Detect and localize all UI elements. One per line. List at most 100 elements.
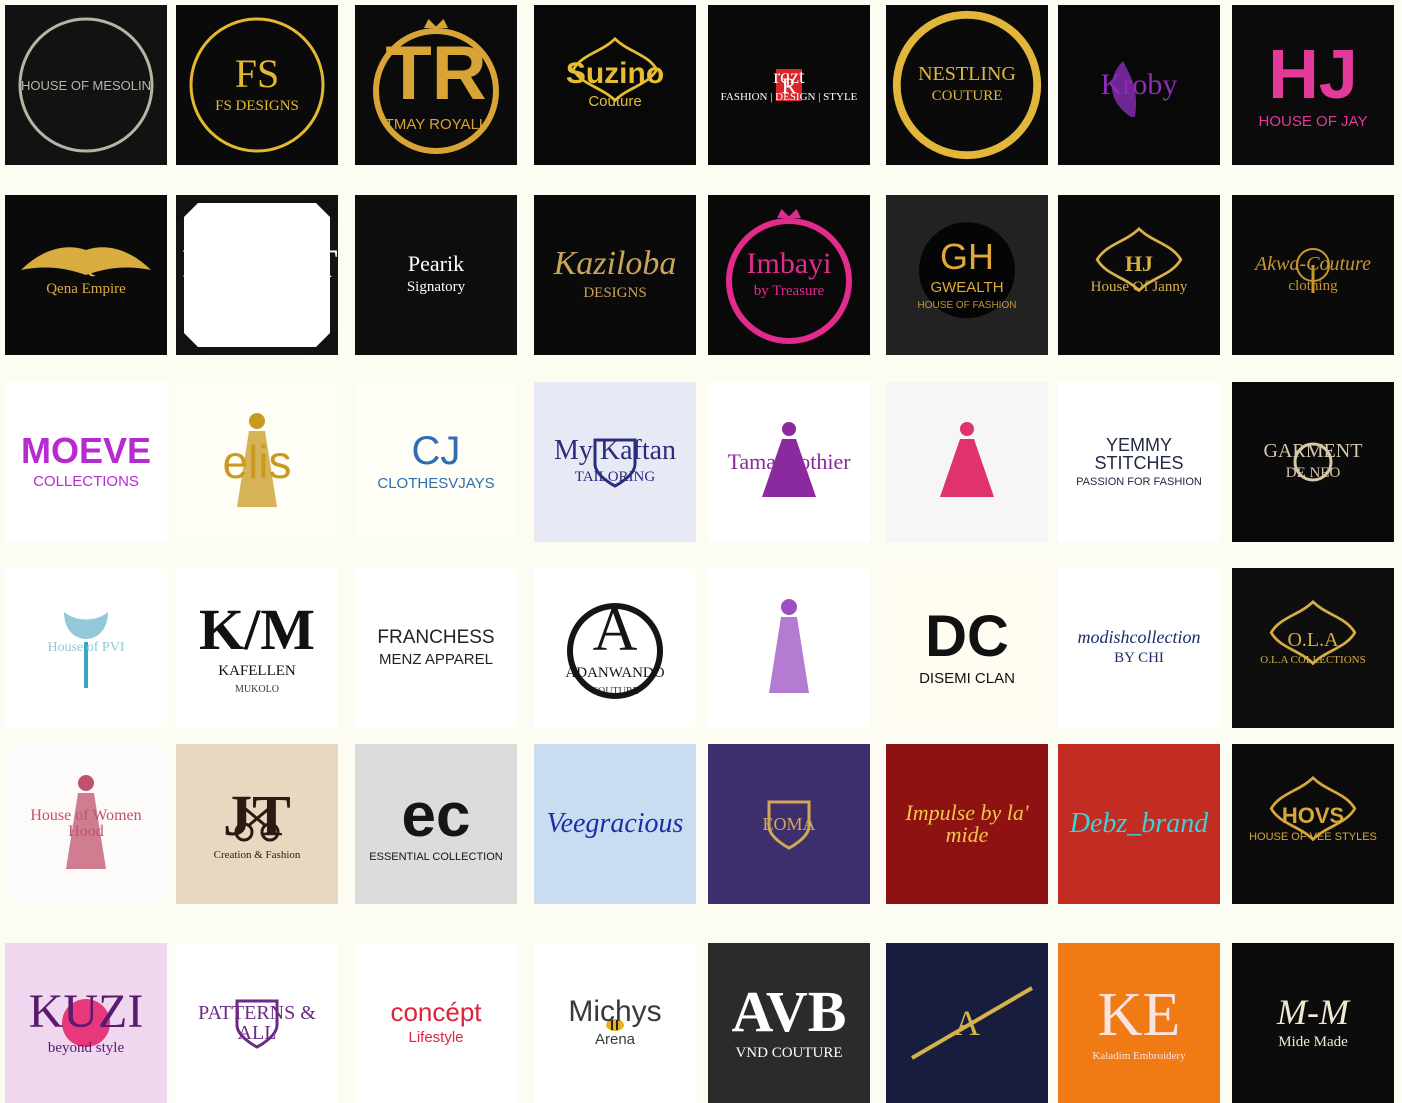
logo-disemi-clan: DC DISEMI CLAN <box>886 568 1048 728</box>
logo-subtitle: TMAY ROYALL <box>384 116 488 134</box>
logo-modishcollection: modishcollection BY CHI <box>1058 568 1220 728</box>
logo-wordmark: FS <box>234 51 280 97</box>
logo-wordmark: ec <box>401 780 471 850</box>
logo-vnd-couture: AVB VND COUTURE <box>708 943 870 1103</box>
logo-pearik-signatory: Pearik Signatory <box>355 195 517 355</box>
logo-subtitle: Qena Empire <box>46 281 126 298</box>
logo-wordmark: CJ <box>411 429 461 474</box>
logo-wordmark: KUZI <box>28 985 144 1039</box>
logo-tagline: HOUSE OF FASHION <box>917 299 1017 311</box>
logo-house-of-janny: HJ House Of Janny <box>1058 195 1220 355</box>
logo-wordmark: HOUSE OF MESOLIN <box>20 77 152 93</box>
logo-house-of-jay: HJ HOUSE OF JAY <box>1232 5 1394 165</box>
logo-jt-creation: JT Creation & Fashion <box>176 744 338 904</box>
logo-subtitle: by Treasure <box>753 283 825 300</box>
logo-wordmark: Kroby <box>1100 68 1178 101</box>
logo-house-of-mesolin: HOUSE OF MESOLIN <box>5 5 167 165</box>
logo-debz-brand: Debz_brand <box>1058 744 1220 904</box>
logo-subtitle: DESIGNS <box>583 285 647 302</box>
logo-michys-arena: Michys Arena <box>534 943 696 1103</box>
logo-wordmark: Impulse by la' mide <box>905 800 1029 847</box>
logo-wordmark: PATTERNS & ALL <box>198 1002 316 1044</box>
logo-tagline: COUTURE <box>591 685 639 697</box>
logo-essential-collection: ec ESSENTIAL COLLECTION <box>355 744 517 904</box>
logo-wordmark: Suzino <box>565 57 665 91</box>
logo-wordmark: EOMA <box>762 814 816 834</box>
logo-wordmark: modishcollection <box>1077 627 1201 648</box>
logo-amwe-couture: A <box>886 943 1048 1103</box>
logo-kaziloba-designs: Kaziloba DESIGNS <box>534 195 696 355</box>
logo-wordmark: FORGET <box>182 241 338 287</box>
logo-gwealth: GH GWEALTH HOUSE OF FASHION <box>886 195 1048 355</box>
logo-wordmark: Michys <box>568 995 662 1029</box>
logo-m-m-mide-made: M-M Mide Made <box>1232 943 1394 1103</box>
gold-ring-icon <box>886 5 1048 165</box>
logo-kaladim-embroidery: KE Kaladim Embroidery <box>1058 943 1220 1103</box>
logo-kroby: Kroby <box>1058 5 1220 165</box>
logo-subtitle: Mide Made <box>1278 1034 1348 1051</box>
logo-km-kafellen-mukolo: K/M KAFELLEN MUKOLO <box>176 568 338 728</box>
logo-wordmark: Debz_brand <box>1069 808 1209 839</box>
logo-wordmark: DC <box>925 604 1009 670</box>
logo-subtitle: Kaladim Embroidery <box>1092 1049 1186 1062</box>
logo-subtitle: Arena <box>594 1031 636 1049</box>
logo-subtitle: ADANWANDO <box>565 665 665 682</box>
logo-subtitle: MENZ APPAREL <box>379 650 493 668</box>
logo-subtitle: COLLECTIONS <box>33 473 139 491</box>
logo-faithaneme <box>708 568 870 728</box>
logo-subtitle: DE NEO <box>1285 465 1341 482</box>
logo-imbayi: Imbayi by Treasure <box>708 195 870 355</box>
logo-subtitle: DISEMI CLAN <box>919 670 1015 688</box>
logo-subtitle: CLOTHESVJAYS <box>377 475 495 493</box>
logo-wordmark: GH <box>940 236 994 278</box>
logo-subtitle: KAFELLEN <box>218 663 296 680</box>
logo-franchess: FRANCHESS MENZ APPAREL <box>355 568 517 728</box>
logo-wordmark: A <box>592 596 638 665</box>
logo-akwa-couture: Akwa-Couture clothing <box>1232 195 1394 355</box>
logo-subtitle: GWEALTH <box>930 279 1004 297</box>
logo-wordmark: MOEVE <box>20 430 152 472</box>
logo-eoma: EOMA <box>708 744 870 904</box>
logo-concept-lifestyle: concépt Lifestyle <box>355 943 517 1103</box>
logo-wordmark: A <box>954 1003 980 1043</box>
tree-icon <box>1232 195 1394 355</box>
logo-subtitle: beyond style <box>47 1040 125 1057</box>
logo-house-of-pvi: House of PVI <box>5 568 167 728</box>
logo-house-of-women-hood: House of Women Hood <box>5 744 167 904</box>
logo-subtitle: the NORM <box>223 288 291 305</box>
logo-subtitle: ESSENTIAL COLLECTION <box>369 850 503 863</box>
logo-wordmark: YEMMY STITCHES <box>1094 434 1184 473</box>
logo-subtitle: BY CHI <box>1114 650 1164 667</box>
logo-subtitle: clothing <box>1288 278 1338 295</box>
logo-my-kaftan: My Kaftan TAILORING <box>534 382 696 542</box>
logo-wordmark: House of PVI <box>47 640 125 655</box>
logo-wordmark: Pearik <box>407 251 465 277</box>
logo-suzino-couture: Suzino Couture <box>534 5 696 165</box>
diamond-icon <box>1232 382 1394 542</box>
logo-wordmark: K/M <box>199 597 315 663</box>
logo-moeve: MOEVE COLLECTIONS <box>5 382 167 542</box>
logo-subtitle: TAILORING <box>574 469 656 486</box>
logo-tagline: MUKOLO <box>235 683 279 695</box>
logo-wordmark: Akwa-Couture <box>1255 253 1371 276</box>
logo-garment-de-neo: GARMENT DE NEO <box>1232 382 1394 542</box>
logo-tamarclothier: Tamarclothier <box>708 382 870 542</box>
logo-fs-designs: FS FS DESIGNS <box>176 5 338 165</box>
logo-wordmark: AVB <box>731 979 847 1045</box>
logo-wordmark: rqzt <box>773 65 805 88</box>
logo-subtitle: PASSION FOR FASHION <box>1076 475 1202 488</box>
logo-grid: HOUSE OF MESOLIN FS FS DESIGNS TR TMAY ROYAL… <box>0 0 1402 1103</box>
dress-icon <box>886 382 1048 542</box>
logo-wordmark: NESTLING <box>918 63 1016 86</box>
logo-clothesvjays: CJ CLOTHESVJAYS <box>355 382 517 542</box>
logo-ola-collections: O.L.A O.L.A COLLECTIONS <box>1232 568 1394 728</box>
logo-wordmark: concépt <box>390 997 482 1028</box>
logo-wordmark: KE <box>1097 980 1181 1049</box>
logo-subtitle: Lifestyle <box>408 1029 464 1047</box>
logo-rqzt: Rrqzt FASHION | DESIGN | STYLE <box>708 5 870 165</box>
logo-wordmark: M-M <box>1277 992 1349 1033</box>
logo-subtitle: HOUSE OF VEE STYLES <box>1249 830 1377 843</box>
logo-wordmark: Q <box>76 249 96 279</box>
logo-elis: elis <box>176 382 338 542</box>
logo-wordmark: O.L.A <box>1287 628 1339 651</box>
